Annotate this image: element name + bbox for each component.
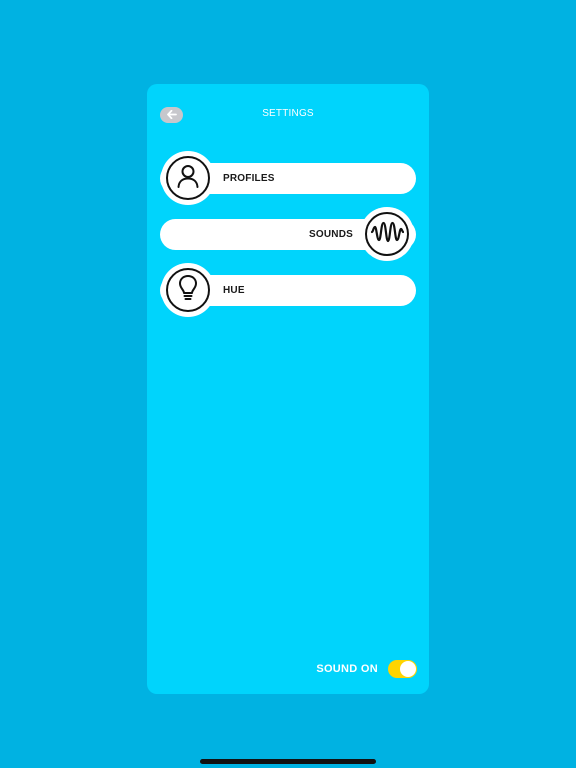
sound-on-label: SOUND ON	[316, 663, 378, 675]
settings-panel: SETTINGS PROFILES SOUNDS HUE SOUND ON	[147, 84, 429, 694]
hue-icon-button[interactable]	[161, 263, 215, 317]
menu-item-label: HUE	[223, 285, 245, 296]
sounds-icon-button[interactable]	[360, 207, 414, 261]
toggle-knob	[400, 661, 416, 677]
sound-wave-icon	[370, 218, 405, 251]
sound-toggle-row: SOUND ON	[316, 660, 417, 678]
lightbulb-icon	[175, 274, 201, 307]
home-indicator[interactable]	[200, 759, 376, 764]
page-title: SETTINGS	[262, 108, 314, 119]
sound-toggle[interactable]	[388, 660, 417, 678]
profiles-icon-button[interactable]	[161, 151, 215, 205]
menu-item-label: SOUNDS	[309, 229, 353, 240]
menu-item-label: PROFILES	[223, 173, 275, 184]
user-icon	[174, 162, 202, 195]
